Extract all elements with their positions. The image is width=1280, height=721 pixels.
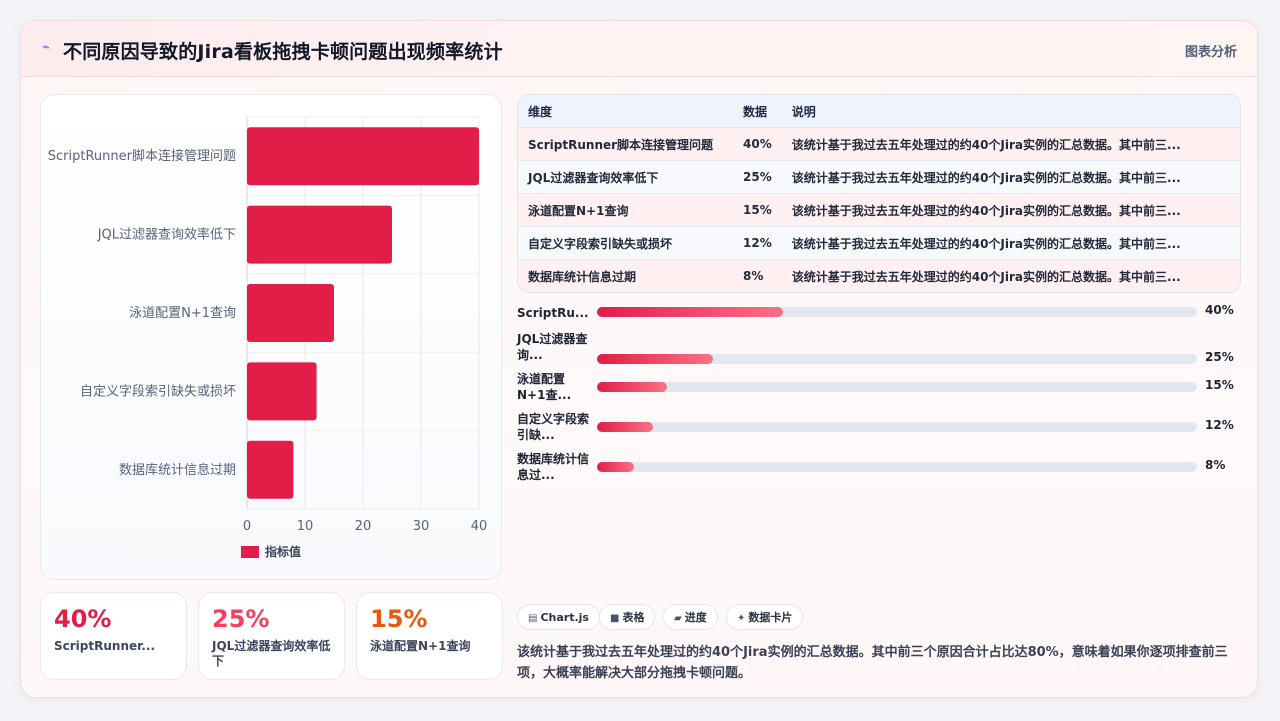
- kpi-card: 15% 泳道配置N+1查询: [356, 592, 503, 680]
- bar: [247, 205, 392, 264]
- description-text: 该统计基于我过去五年处理过的约40个Jira实例的汇总数据。其中前三个原因合计占…: [517, 645, 1228, 681]
- bar: [247, 440, 294, 499]
- chip-label: 数据卡片: [748, 611, 793, 624]
- y-tick-label: 数据库统计信息过期: [119, 462, 236, 478]
- progress-label: 数据库统计信息过...: [517, 452, 590, 482]
- progress-value: 25%: [1205, 350, 1234, 364]
- progress-row: 泳道配置N+1查... 15%: [517, 372, 1241, 411]
- table-cell-dimension: 数据库统计信息过期: [518, 259, 733, 292]
- progress-fill: [597, 422, 653, 432]
- y-tick-label: ScriptRunner脚本连接管理问题: [48, 148, 236, 164]
- table-cell-dimension: ScriptRunner脚本连接管理问题: [518, 127, 733, 161]
- chip-3[interactable]: ✦ 数据卡片: [726, 604, 804, 630]
- progress-value: 40%: [1205, 303, 1234, 317]
- table-cell-description: 该统计基于我过去五年处理过的约40个Jira实例的汇总数据。其中前三...: [781, 160, 1240, 194]
- kpi-value: 25%: [212, 605, 270, 633]
- chart-line-icon: ⌁: [42, 40, 50, 55]
- y-tick-label: JQL过滤器查询效率低下: [97, 227, 236, 243]
- progress-fill: [597, 354, 714, 364]
- progress-fill: [597, 307, 783, 317]
- table-cell-description: 该统计基于我过去五年处理过的约40个Jira实例的汇总数据。其中前三...: [781, 127, 1240, 161]
- bar-chart-panel: ScriptRunner脚本连接管理问题 JQL过滤器查询效率低下泳道配置N+1查…: [40, 94, 502, 580]
- table-cell-data: 8%: [733, 259, 782, 292]
- sparkle-icon: ✦: [737, 613, 746, 624]
- y-tick-label: 自定义字段索引缺失或损坏: [80, 384, 236, 399]
- x-tick-label: 0: [243, 519, 251, 534]
- table-cell-data: 25%: [733, 160, 782, 194]
- legend-swatch: [241, 546, 259, 558]
- progress-icon: ▰: [674, 613, 682, 624]
- table-cell-data: 15%: [733, 193, 782, 227]
- progress-label: 自定义字段索引缺...: [517, 412, 590, 442]
- table-row: 数据库统计信息过期 8% 该统计基于我过去五年处理过的约40个Jira实例的汇总数据…: [518, 259, 1240, 292]
- progress-value: 15%: [1205, 378, 1234, 392]
- progress-row: ScriptRu... 40%: [517, 303, 1241, 339]
- progress-track: [597, 422, 1197, 432]
- dashboard-card: ⌁ 不同原因导致的Jira看板拖拽卡顿问题出现频率统计 图表分析 ScriptR…: [20, 20, 1258, 698]
- bar: [247, 283, 334, 343]
- progress-fill: [597, 382, 667, 392]
- x-tick-label: 10: [297, 519, 314, 534]
- chip-1[interactable]: ■ 表格: [599, 604, 656, 630]
- data-table: 维度 数据 说明 ScriptRunner脚本连接管理问题 40% 该统计基于我过去…: [517, 94, 1241, 293]
- table-header-data: 数据: [733, 95, 782, 128]
- y-tick-label: 泳道配置N+1查询: [129, 306, 236, 321]
- progress-label: JQL过滤器查询...: [517, 332, 588, 362]
- progress-label: 泳道配置N+1查...: [517, 372, 572, 402]
- chart-icon: ▤: [528, 613, 538, 624]
- table-cell-description: 该统计基于我过去五年处理过的约40个Jira实例的汇总数据。其中前三...: [781, 193, 1240, 227]
- progress-row: 数据库统计信息过... 8%: [517, 452, 1241, 491]
- progress-fill: [597, 462, 635, 472]
- x-tick-label: 40: [471, 519, 488, 534]
- progress-value: 12%: [1205, 418, 1234, 432]
- bar: [247, 127, 479, 186]
- progress-track: [597, 307, 1197, 317]
- progress-track: [597, 354, 1197, 364]
- kpi-value: 40%: [54, 605, 112, 633]
- table-header-dimension: 维度: [518, 95, 733, 128]
- chip-2[interactable]: ▰ 进度: [663, 604, 718, 630]
- table-cell-dimension: JQL过滤器查询效率低下: [518, 160, 733, 194]
- kpi-label: JQL过滤器查询效率低下: [212, 639, 331, 668]
- table-cell-data: 40%: [733, 127, 782, 161]
- bar: [247, 362, 317, 421]
- progress-row: JQL过滤器查询... 25%: [517, 332, 1241, 371]
- progress-value: 8%: [1205, 458, 1226, 472]
- progress-track: [597, 462, 1197, 472]
- table-icon: ■: [610, 613, 620, 624]
- table-row: 泳道配置N+1查询 15% 该统计基于我过去五年处理过的约40个Jira实例的汇总数…: [518, 193, 1240, 227]
- bar-chart: ScriptRunner脚本连接管理问题 JQL过滤器查询效率低下泳道配置N+1查…: [48, 116, 488, 559]
- table-row: ScriptRunner脚本连接管理问题 40% 该统计基于我过去五年处理过的约40…: [518, 127, 1240, 161]
- table-cell-dimension: 泳道配置N+1查询: [518, 193, 733, 227]
- legend-label: 指标值: [265, 544, 301, 559]
- x-tick-label: 20: [355, 519, 372, 534]
- kpi-label: 泳道配置N+1查询: [370, 639, 471, 653]
- header: ⌁ 不同原因导致的Jira看板拖拽卡顿问题出现频率统计 图表分析: [21, 21, 1257, 77]
- kpi-card: 40% ScriptRunner...: [40, 592, 187, 680]
- kpi-value: 15%: [370, 605, 428, 633]
- x-tick-label: 30: [413, 519, 430, 534]
- kpi-card: 25% JQL过滤器查询效率低下: [198, 592, 345, 680]
- chip-label: 表格: [622, 611, 645, 624]
- chip-label: 进度: [684, 611, 707, 624]
- chip-label: Chart.js: [540, 611, 589, 624]
- table-cell-dimension: 自定义字段索引缺失或损坏: [518, 226, 733, 260]
- table-cell-description: 该统计基于我过去五年处理过的约40个Jira实例的汇总数据。其中前三...: [781, 259, 1240, 292]
- kpi-label: ScriptRunner...: [54, 639, 156, 653]
- table-cell-data: 12%: [733, 226, 782, 260]
- table-header-description: 说明: [781, 95, 1240, 128]
- progress-track: [597, 382, 1197, 392]
- page-title: 不同原因导致的Jira看板拖拽卡顿问题出现频率统计: [63, 41, 503, 63]
- table-row: JQL过滤器查询效率低下 25% 该统计基于我过去五年处理过的约40个Jira实例的…: [518, 160, 1240, 194]
- progress-label: ScriptRu...: [517, 306, 589, 320]
- table-header-row: 维度 数据 说明: [518, 95, 1240, 128]
- tab-chart-analysis[interactable]: 图表分析: [1185, 41, 1237, 60]
- chip-0[interactable]: ▤ Chart.js: [517, 604, 600, 630]
- table-cell-description: 该统计基于我过去五年处理过的约40个Jira实例的汇总数据。其中前三...: [781, 226, 1240, 260]
- progress-row: 自定义字段索引缺... 12%: [517, 412, 1241, 451]
- table-row: 自定义字段索引缺失或损坏 12% 该统计基于我过去五年处理过的约40个Jira实例的…: [518, 226, 1240, 260]
